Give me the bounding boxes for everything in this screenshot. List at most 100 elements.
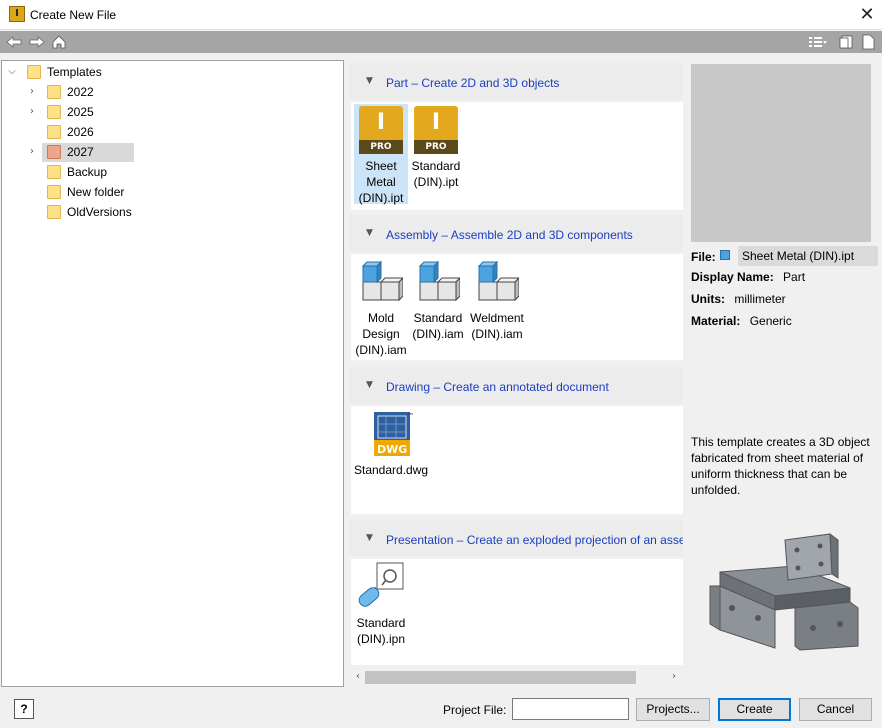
scroll-right-icon[interactable]: › <box>667 670 681 684</box>
create-button[interactable]: Create <box>718 698 791 721</box>
chevron-right-icon[interactable]: › <box>26 82 38 102</box>
template-tile-standard-iam[interactable]: Standard (DIN).iam <box>410 256 466 346</box>
tree-item-backup[interactable]: Backup <box>2 162 342 182</box>
svg-text:™: ™ <box>407 412 414 420</box>
display-name-value: Part <box>783 270 806 284</box>
group-body-part: I PRO Sheet Metal (DIN).ipt I PRO Standa… <box>351 102 683 210</box>
tree-item-label: 2027 <box>67 145 94 159</box>
part-file-icon <box>720 250 730 260</box>
template-tile-standard-ipn[interactable]: Standard (DIN).ipn <box>354 561 408 651</box>
sheet-metal-part-preview <box>700 530 870 660</box>
template-tile-mold-design[interactable]: Mold Design (DIN).iam <box>354 256 408 357</box>
projects-button[interactable]: Projects... <box>636 698 710 721</box>
svg-text:DWG: DWG <box>377 443 407 456</box>
template-preview-box <box>691 64 871 242</box>
folder-icon <box>47 125 61 139</box>
tree-item-templates[interactable]: ⌵ Templates <box>2 62 342 82</box>
tree-item-2022[interactable]: › 2022 <box>2 82 342 102</box>
toolbar <box>0 31 882 53</box>
chevron-right-icon[interactable]: › <box>26 102 38 122</box>
group-title: Drawing – Create an annotated document <box>386 380 609 394</box>
units-label: Units: <box>691 292 725 306</box>
scroll-left-icon[interactable]: ‹ <box>351 670 365 684</box>
tile-label: Mold Design (DIN).iam <box>355 311 407 357</box>
template-tile-sheet-metal[interactable]: I PRO Sheet Metal (DIN).ipt <box>354 104 408 205</box>
tree-item-label: OldVersions <box>67 205 132 219</box>
group-title: Presentation – Create an exploded projec… <box>386 533 683 547</box>
tree-item-oldversions[interactable]: OldVersions <box>2 202 342 222</box>
display-name-row: Display Name: Part <box>691 270 805 284</box>
template-tile-weldment[interactable]: Weldment (DIN).iam <box>467 256 527 346</box>
group-body-assembly: Mold Design (DIN).iam Standard (DIN).iam <box>351 254 683 360</box>
group-header-presentation[interactable]: ▼ Presentation – Create an exploded proj… <box>349 520 683 556</box>
chevron-down-icon[interactable]: ⌵ <box>6 62 18 82</box>
tree-item-label: 2025 <box>67 105 94 119</box>
tree-item-2026[interactable]: 2026 <box>2 122 342 142</box>
presentation-icon <box>356 561 406 611</box>
horizontal-scrollbar[interactable]: ‹ › <box>349 669 683 686</box>
group-header-part[interactable]: ▼ Part – Create 2D and 3D objects <box>349 63 683 99</box>
help-button[interactable]: ? <box>14 699 34 719</box>
assembly-icon <box>359 260 405 304</box>
group-body-drawing: DWG ™ Standard.dwg <box>351 406 683 514</box>
tree-item-label: New folder <box>67 185 125 199</box>
assembly-icon <box>475 260 521 304</box>
window-title: Create New File <box>30 8 117 22</box>
tree-item-2027[interactable]: › 2027 <box>2 142 342 162</box>
dwg-icon: DWG ™ <box>374 410 414 458</box>
forward-icon[interactable] <box>29 34 45 50</box>
folder-icon <box>47 105 61 119</box>
collapse-arrow-icon[interactable]: ▼ <box>366 228 373 238</box>
group-header-drawing[interactable]: ▼ Drawing – Create an annotated document <box>349 367 683 403</box>
tree-item-label: Templates <box>47 65 102 79</box>
material-value: Generic <box>749 314 792 328</box>
inventor-app-icon: I <box>9 6 25 22</box>
file-value: Sheet Metal (DIN).ipt <box>738 246 878 266</box>
part-pro-icon: I PRO <box>414 106 458 154</box>
template-folder-tree[interactable]: ⌵ Templates › 2022 › 2025 2026 › 2027 Ba… <box>1 60 344 687</box>
units-value: millimeter <box>734 292 786 306</box>
tree-item-label: 2022 <box>67 85 94 99</box>
tile-label: Standard (DIN).iam <box>412 311 464 341</box>
material-label: Material: <box>691 314 741 328</box>
collapse-arrow-icon[interactable]: ▼ <box>366 76 373 86</box>
tile-label: Weldment (DIN).iam <box>470 311 524 341</box>
file-label: File: <box>691 250 716 264</box>
group-header-assembly[interactable]: ▼ Assembly – Assemble 2D and 3D componen… <box>349 215 683 251</box>
back-icon[interactable] <box>6 34 22 50</box>
group-title: Assembly – Assemble 2D and 3D components <box>386 228 633 242</box>
material-row: Material: Generic <box>691 314 792 328</box>
part-pro-icon: I PRO <box>359 106 403 154</box>
folder-icon <box>27 65 41 79</box>
template-tile-standard-dwg[interactable]: DWG ™ Standard.dwg <box>354 408 432 480</box>
view-options-icon[interactable] <box>808 34 828 50</box>
collapse-arrow-icon[interactable]: ▼ <box>366 533 373 543</box>
cancel-button[interactable]: Cancel <box>799 698 872 721</box>
group-body-presentation: Standard (DIN).ipn <box>351 559 683 665</box>
tree-item-label: Backup <box>67 165 108 179</box>
title-bar: I Create New File ✕ <box>0 0 882 30</box>
tile-label: Sheet Metal (DIN).ipt <box>358 159 404 205</box>
project-file-field[interactable] <box>512 698 629 720</box>
close-icon[interactable]: ✕ <box>852 0 882 30</box>
group-title: Part – Create 2D and 3D objects <box>386 76 560 90</box>
small-icons-icon[interactable] <box>839 34 855 50</box>
scrollbar-thumb[interactable] <box>365 671 636 684</box>
tree-item-new-folder[interactable]: New folder <box>2 182 342 202</box>
template-description: This template creates a 3D object fabric… <box>691 435 870 497</box>
tree-item-label: 2026 <box>67 125 94 139</box>
assembly-icon <box>416 260 462 304</box>
template-tile-standard-ipt[interactable]: I PRO Standard (DIN).ipt <box>408 104 464 194</box>
tile-label: Standard (DIN).ipt <box>411 159 461 189</box>
project-file-label: Project File: <box>443 703 507 717</box>
folder-icon <box>47 85 61 99</box>
tree-item-2025[interactable]: › 2025 <box>2 102 342 122</box>
display-name-label: Display Name: <box>691 270 774 284</box>
home-icon[interactable] <box>51 34 67 50</box>
collapse-arrow-icon[interactable]: ▼ <box>366 380 373 390</box>
chevron-right-icon[interactable]: › <box>26 142 38 162</box>
folder-icon <box>47 165 61 179</box>
units-row: Units: millimeter <box>691 292 786 306</box>
large-icons-icon[interactable] <box>860 34 876 50</box>
template-groups-panel: ▼ Part – Create 2D and 3D objects I PRO … <box>349 60 683 670</box>
